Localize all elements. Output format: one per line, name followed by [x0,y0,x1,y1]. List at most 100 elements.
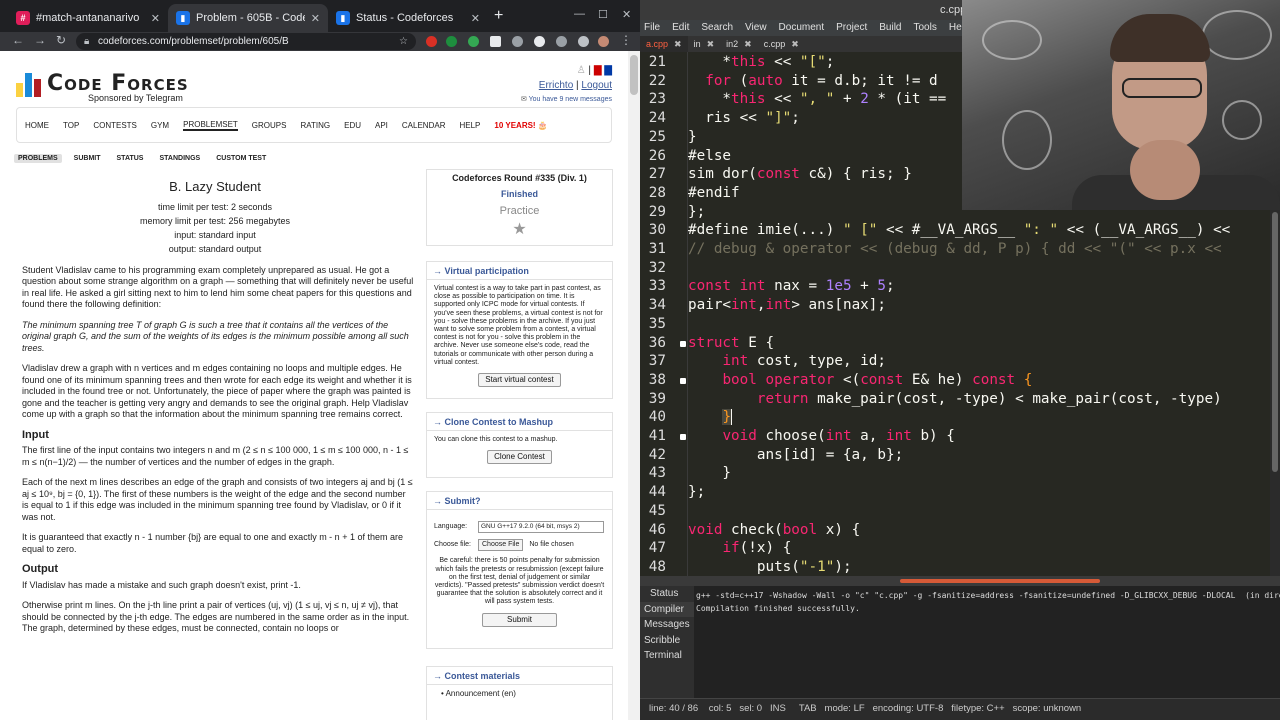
editor-tab-in[interactable]: in ✖ [688,36,721,52]
extension-icon[interactable] [490,36,501,47]
back-icon[interactable]: ← [12,33,24,47]
fold-marker-icon[interactable] [680,378,686,384]
extension-icon[interactable] [512,36,523,47]
submit-button[interactable]: Submit [482,612,557,627]
username-link[interactable]: Errichto [539,80,573,91]
contest-name[interactable]: Codeforces Round #335 (Div. 1) [427,170,612,183]
logout-link[interactable]: Logout [581,80,612,91]
scrollbar-thumb[interactable] [900,579,1100,583]
tab-status[interactable]: STATUS [113,154,148,163]
menu-calendar[interactable]: CALENDAR [402,121,446,130]
reload-icon[interactable]: ↻ [56,33,66,47]
menu-build[interactable]: Build [879,20,901,36]
menu-view[interactable]: View [745,20,767,36]
menu-gym[interactable]: GYM [151,121,169,130]
tab-custom-test[interactable]: CUSTOM TEST [212,154,270,163]
menu-rating[interactable]: RATING [300,121,330,130]
code-line: for (auto it = d.b; it != d [705,72,938,89]
adblock-icon[interactable] [426,36,437,47]
browser-tab-slack[interactable]: # #match-antananarivo ✕ [8,4,168,32]
tab-standings[interactable]: STANDINGS [155,154,204,163]
page-scrollbar[interactable] [628,51,640,720]
menu-top[interactable]: TOP [63,121,79,130]
scrollbar-thumb[interactable] [630,55,638,95]
close-tab-icon[interactable]: ✕ [471,12,480,25]
new-tab-icon[interactable]: + [494,8,503,24]
tab-terminal[interactable]: Terminal [640,648,694,664]
browser-tab-problem[interactable]: ▮ Problem - 605B - Codeforces ✕ [168,4,328,32]
menu-contests[interactable]: CONTESTS [93,121,137,130]
menu-edu[interactable]: EDU [344,121,361,130]
fold-marker-icon[interactable] [680,341,686,347]
english-flag-icon[interactable]: ▇ [594,65,602,76]
person-icon: ♙ [576,65,586,76]
clone-contest-button[interactable]: Clone Contest [487,450,552,465]
close-tab-icon[interactable]: ✕ [151,12,160,25]
tab-status[interactable]: Status [640,586,694,602]
close-icon[interactable]: ✖ [744,36,752,52]
menu-api[interactable]: API [375,121,388,130]
choose-file-button[interactable]: Choose File [478,539,524,552]
address-bar[interactable]: 🔒︎ codeforces.com/problemset/problem/605… [76,33,416,50]
code-line: // debug & operator << (debug & dd, P p)… [688,241,1222,257]
close-icon[interactable]: ✖ [707,36,715,52]
lock-icon: 🔒︎ [84,36,90,47]
minimize-icon[interactable]: — [574,8,585,20]
maximize-icon[interactable]: ☐ [598,8,608,21]
compiler-output[interactable]: g++ -std=c++17 -Wshadow -Wall -o "c" "c.… [694,586,1280,698]
tab-problems[interactable]: PROBLEMS [14,154,62,163]
close-icon[interactable]: ✖ [674,36,682,52]
status-scope: scope: unknown [1012,703,1082,714]
menu-edit[interactable]: Edit [672,20,689,36]
tab-scribble[interactable]: Scribble [640,633,694,649]
menu-help[interactable]: HELP [459,121,480,130]
extension-icon[interactable] [446,36,457,47]
line-number: 22 [648,72,666,89]
browser-tab-bar: # #match-antananarivo ✕ ▮ Problem - 605B… [0,0,640,32]
code-line: }; [688,203,706,220]
messages-link[interactable]: You have 9 new messages [529,96,612,103]
scrollbar-thumb[interactable] [1272,212,1278,472]
menu-10-years[interactable]: 10 YEARS! 🎂 [494,121,547,130]
close-icon[interactable]: ✖ [791,36,799,52]
menu-file[interactable]: File [644,20,660,36]
russian-flag-icon[interactable]: ▇ [604,65,612,76]
announcement-link[interactable]: Announcement (en) [446,689,516,698]
menu-problemset[interactable]: PROBLEMSET [183,120,238,131]
menu-project[interactable]: Project [836,20,867,36]
extension-icon[interactable] [468,36,479,47]
code-line: puts("-1"); [688,558,852,575]
puzzle-icon[interactable] [578,36,589,47]
github-icon[interactable] [534,36,545,47]
browser-tab-status[interactable]: ▮ Status - Codeforces ✕ [328,4,488,32]
bookmark-star-icon[interactable]: ☆ [399,33,408,50]
line-number: 40 [648,409,666,426]
legend-paragraph: Student Vladislav came to his programmin… [22,264,414,310]
box-title: Submit? [444,496,481,506]
tab-submit[interactable]: SUBMIT [70,154,105,163]
menu-tools[interactable]: Tools [914,20,937,36]
language-select[interactable]: GNU G++17 9.2.0 (64 bit, msys 2) [478,521,604,534]
menu-document[interactable]: Document [779,20,825,36]
menu-search[interactable]: Search [701,20,733,36]
extension-icon[interactable] [556,36,567,47]
editor-tab-c-cpp[interactable]: c.cpp ✖ [758,36,805,52]
output-spec: output: standard output [168,243,262,254]
menu-icon[interactable]: ⋮ [620,33,632,47]
tab-compiler[interactable]: Compiler [640,601,694,617]
code-line: } [722,409,733,426]
menu-groups[interactable]: GROUPS [252,121,287,130]
tab-messages[interactable]: Messages [640,617,694,633]
forward-icon[interactable]: → [34,33,46,47]
start-virtual-contest-button[interactable]: Start virtual contest [478,373,561,388]
close-window-icon[interactable]: ✕ [622,8,631,21]
editor-hscrollbar[interactable] [640,576,1280,586]
editor-tab-a-cpp[interactable]: a.cpp ✖ [640,36,688,52]
close-tab-icon[interactable]: ✕ [311,12,320,25]
editor-tab-in2[interactable]: in2 ✖ [720,36,758,52]
menu-home[interactable]: HOME [25,121,49,130]
fold-marker-icon[interactable] [680,434,686,440]
language-flags[interactable]: ♙ | ▇ ▇ [521,65,612,76]
star-icon[interactable]: ★ [427,219,612,239]
avatar[interactable] [598,36,609,47]
